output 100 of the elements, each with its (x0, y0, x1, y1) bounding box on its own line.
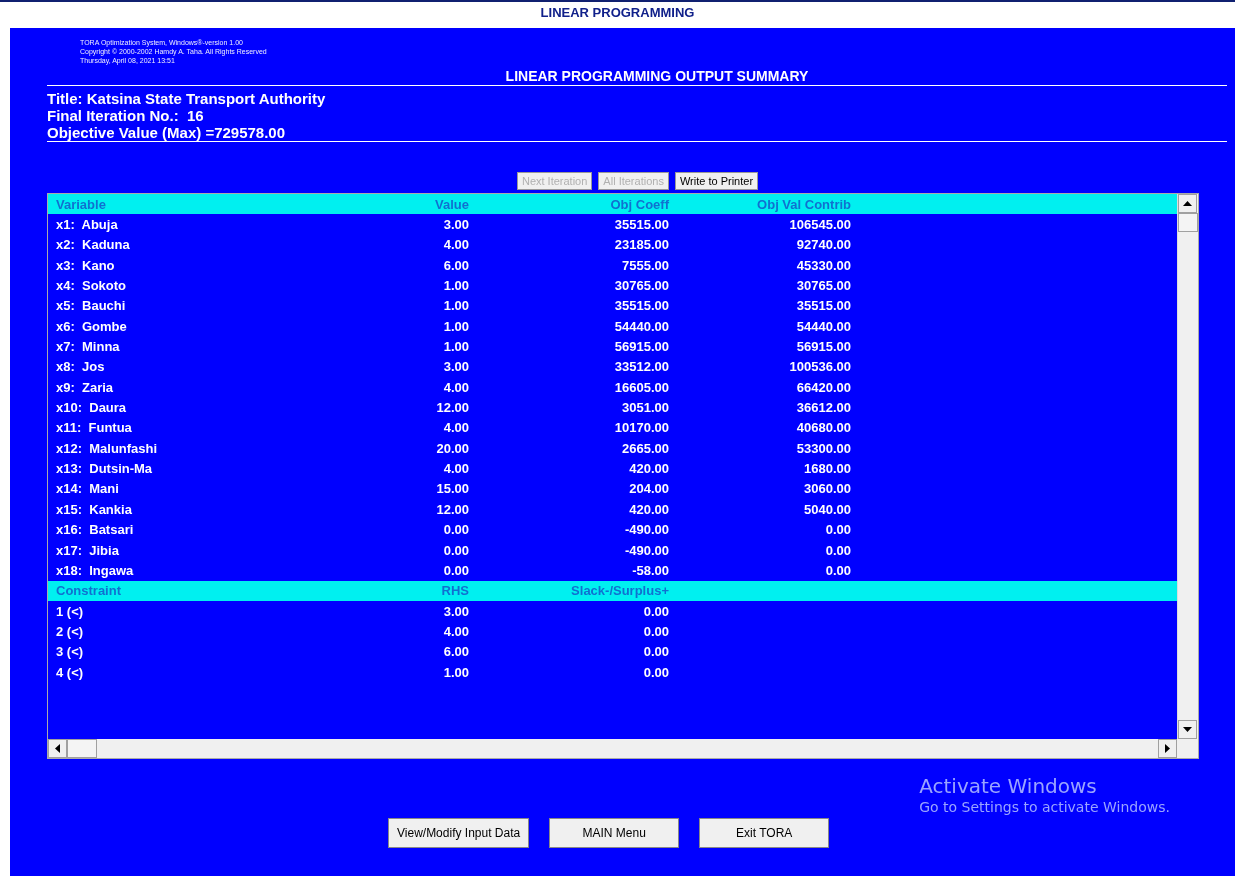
table-cell-text: 33512.00 (613, 359, 669, 375)
table-cell-text: x11: Funtua (55, 420, 133, 436)
table-cell-text: 6.00 (442, 257, 469, 273)
scroll-left-button[interactable] (48, 739, 67, 758)
action-button[interactable]: Exit TORA (699, 818, 830, 848)
scroll-down-button[interactable] (1178, 720, 1197, 739)
table-cell-text: 0.00 (442, 562, 469, 578)
table-cell-text: 66420.00 (795, 379, 851, 395)
up-arrow-icon (1183, 201, 1192, 206)
table-cell-text: x6: Gombe (55, 318, 128, 334)
table-cell-text: x10: Daura (55, 400, 128, 416)
left-arrow-icon (55, 744, 60, 753)
table-cell-text: 4.00 (442, 379, 469, 395)
scroll-right-button[interactable] (1158, 739, 1177, 758)
column-header: Constraint (55, 583, 122, 599)
table-cell-text: 0.00 (642, 644, 669, 660)
table-cell-text: 0.00 (642, 664, 669, 680)
table-cell-text: 4.00 (442, 623, 469, 639)
action-button[interactable]: MAIN Menu (549, 818, 680, 848)
table-cell-text: 0.00 (824, 542, 851, 558)
column-header: Slack-/Surplus+ (570, 583, 669, 599)
activation-message: Go to Settings to activate Windows. (919, 799, 1170, 815)
table-cell-text: 16605.00 (613, 379, 669, 395)
column-header: Variable (55, 196, 107, 212)
table-cell-text: 204.00 (628, 481, 669, 497)
table-cell-text: 35515.00 (613, 217, 669, 232)
table-cell-text: 1.00 (442, 664, 469, 680)
table-cell-text: 0.00 (824, 562, 851, 578)
table-cell-text: 23185.00 (613, 237, 669, 253)
summary-line: Objective Value (Max) =729578.00 (47, 124, 287, 141)
table-cell-text: 4.00 (442, 461, 469, 477)
table-cell-text: x17: Jibia (55, 542, 120, 558)
table-cell-text: 36612.00 (795, 400, 851, 416)
table-cell-text: 30765.00 (613, 278, 669, 294)
scroll-up-button[interactable] (1178, 194, 1197, 213)
action-button[interactable]: View/Modify Input Data (388, 818, 530, 848)
table-cell-text: 0.00 (824, 522, 851, 538)
table-cell-text: x13: Dutsin-Ma (55, 461, 154, 477)
table-cell-text: 3060.00 (803, 481, 851, 497)
column-header: Obj Coeff (609, 196, 669, 212)
table-cell-text: 2665.00 (621, 440, 669, 456)
activation-title: Activate Windows (919, 773, 1098, 799)
table-cell-text: 5040.00 (803, 501, 851, 517)
table-cell-text: -490.00 (623, 542, 669, 558)
table-cell-text: 1.00 (442, 339, 469, 355)
scroll-thumb[interactable] (67, 739, 97, 758)
table-cell-text: 420.00 (628, 501, 669, 517)
table-cell-text: 1680.00 (803, 461, 851, 477)
table-cell-text: 56915.00 (795, 339, 851, 355)
table-cell-text: 56915.00 (613, 339, 669, 355)
table-cell-text: 2 (<) (55, 623, 85, 639)
table-cell-text: 100536.00 (788, 359, 851, 375)
table-cell-text: x9: Zaria (55, 379, 115, 395)
scroll-thumb[interactable] (1178, 213, 1198, 232)
table-cell-text: 35515.00 (795, 298, 851, 314)
table-cell-text: 0.00 (642, 603, 669, 619)
table-cell-text: x2: Kaduna (55, 237, 131, 253)
table-cell-text: 6.00 (442, 644, 469, 660)
table-cell-text: 3 (<) (55, 644, 85, 660)
table-cell-text: 1 (<) (55, 603, 85, 619)
toolbar-button[interactable]: Write to Printer (674, 172, 759, 190)
table-cell-text: 30765.00 (795, 278, 851, 294)
summary-line: Title: Katsina State Transport Authority (47, 90, 327, 107)
table-cell-text: 0.00 (642, 623, 669, 639)
vertical-scrollbar[interactable] (1177, 194, 1198, 739)
table-cell-text: 10170.00 (613, 420, 669, 436)
column-header: RHS (440, 583, 469, 599)
right-arrow-icon (1165, 744, 1170, 753)
table-cell-text: x1: Abuja (55, 217, 119, 232)
table-cell-text: 53300.00 (795, 440, 851, 456)
table-cell-text: -58.00 (631, 562, 669, 578)
table-cell-text: 3051.00 (621, 400, 669, 416)
down-arrow-icon (1183, 727, 1192, 732)
table-cell-text: x3: Kano (55, 257, 116, 273)
table-cell-text: 7555.00 (621, 257, 669, 273)
table-cell-text: -490.00 (623, 522, 669, 538)
table-cell-text: 54440.00 (795, 318, 851, 334)
table-cell-text: x18: Ingawa (55, 562, 135, 578)
table-cell-text: 40680.00 (795, 420, 851, 436)
table-cell-text: x14: Mani (55, 481, 120, 497)
table-cell-text: 420.00 (628, 461, 669, 477)
table-cell-text: x15: Kankia (55, 501, 133, 517)
table-cell-text: 12.00 (435, 400, 469, 416)
column-header: Obj Val Contrib (756, 196, 851, 212)
table-cell-text: x4: Sokoto (55, 278, 128, 294)
table-cell-text: 1.00 (442, 318, 469, 334)
table-cell-text: 92740.00 (795, 237, 851, 253)
table-cell-text: 1.00 (442, 298, 469, 314)
table-cell-text: 1.00 (442, 278, 469, 294)
table-cell-text: x12: Malunfashi (55, 440, 159, 456)
table-cell-text: 0.00 (442, 522, 469, 538)
table-cell-text: x8: Jos (55, 359, 106, 375)
table-cell-text: 45330.00 (795, 257, 851, 273)
table-cell-text: 4 (<) (55, 664, 85, 680)
table-cell-text: 3.00 (442, 217, 469, 232)
table-cell-text: 15.00 (435, 481, 469, 497)
table-cell-text: 3.00 (442, 603, 469, 619)
table-cell-text: x7: Minna (55, 339, 121, 355)
table-cell-text: 106545.00 (788, 217, 851, 232)
table-cell-text: x5: Bauchi (55, 298, 127, 314)
